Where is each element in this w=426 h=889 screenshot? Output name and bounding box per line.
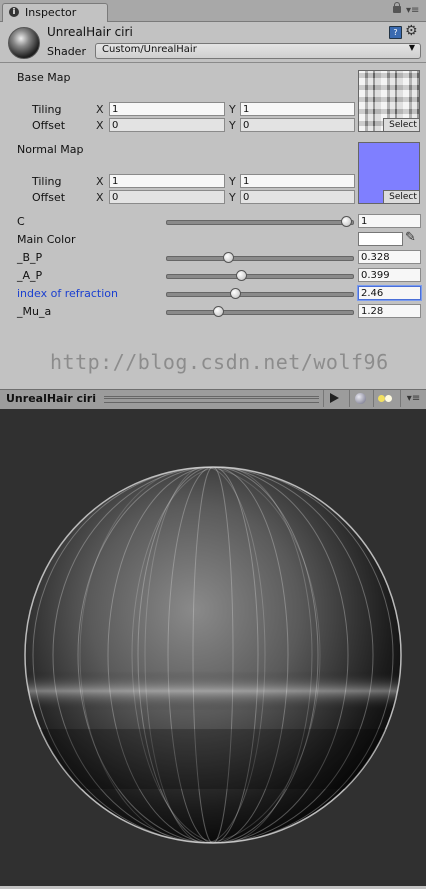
mu-a-value-field[interactable]: 1.28 [358,304,421,318]
base-offset-x-label: X [96,119,104,132]
eyedropper-icon[interactable]: ✎ [405,230,416,245]
c-slider-thumb[interactable] [341,216,352,227]
play-icon [330,393,339,403]
shader-dropdown[interactable]: Custom/UnrealHair ▼ [95,43,421,59]
normal-tiling-label: Tiling [32,175,62,188]
shader-value: Custom/UnrealHair [102,44,197,55]
base-tiling-x-field[interactable]: 1 [109,102,225,116]
ior-value-field[interactable]: 2.46 [358,286,421,300]
b-p-label: _B_P [17,251,43,264]
preview-mesh-button[interactable] [349,390,372,407]
base-map-texture-slot[interactable]: Select [358,70,420,132]
tab-inspector[interactable]: i Inspector [2,3,108,22]
normal-offset-y-label: Y [229,191,236,204]
normal-offset-x-field[interactable]: 0 [109,190,225,204]
normal-map-select-button[interactable]: Select [383,190,419,203]
ior-label: index of refraction [17,287,118,300]
base-map-select-button[interactable]: Select [383,118,419,131]
help-icon[interactable]: ? [389,26,402,39]
normal-offset-y-field[interactable]: 0 [240,190,355,204]
light-icon [385,395,392,402]
light-icon [378,395,385,402]
base-map-label: Base Map [17,71,71,84]
base-offset-label: Offset [32,119,66,132]
normal-map-texture-slot[interactable]: Select [358,142,420,204]
normal-offset-label: Offset [32,191,66,204]
b-p-slider-thumb[interactable] [223,252,235,263]
main-color-swatch[interactable] [358,232,403,246]
normal-tiling-y-label: Y [229,175,236,188]
a-p-label: _A_P [17,269,43,282]
watermark: http://blog.csdn.net/wolf96 [50,350,389,374]
ior-slider[interactable] [166,292,354,297]
b-p-value-field[interactable]: 0.328 [358,250,421,264]
a-p-value-field[interactable]: 0.399 [358,268,421,282]
preview-lights-button[interactable] [373,390,398,407]
play-button[interactable] [323,390,346,407]
tab-inspector-label: Inspector [25,6,77,19]
base-tiling-x-label: X [96,103,104,116]
lock-icon[interactable] [393,2,401,13]
base-offset-y-field[interactable]: 0 [240,118,355,132]
tab-menu-icon[interactable]: ▾≡ [406,5,419,16]
sphere-icon [355,393,366,404]
preview-menu-icon[interactable]: ▾≡ [400,390,426,407]
divider [0,62,426,63]
info-icon: i [9,7,19,17]
shader-label: Shader [47,45,86,58]
hair-sphere-preview [24,466,402,844]
a-p-slider[interactable] [166,274,354,279]
preview-drag-handle[interactable] [104,396,319,403]
base-tiling-y-field[interactable]: 1 [240,102,355,116]
ior-slider-thumb[interactable] [229,288,241,299]
normal-tiling-y-field[interactable]: 1 [240,174,355,188]
b-p-slider[interactable] [166,256,354,261]
base-tiling-y-label: Y [229,103,236,116]
material-preview-icon [8,27,40,59]
c-value-field[interactable]: 1 [358,214,421,228]
gear-icon[interactable]: ⚙ [405,23,418,39]
base-tiling-label: Tiling [32,103,62,116]
c-label: C [17,215,25,228]
normal-offset-x-label: X [96,191,104,204]
base-offset-x-field[interactable]: 0 [109,118,225,132]
base-offset-y-label: Y [229,119,236,132]
preview-viewport[interactable] [0,409,426,886]
preview-title: UnrealHair ciri [6,392,96,405]
chevron-down-icon: ▼ [408,43,415,52]
mu-a-label: _Mu_a [17,305,52,318]
mu-a-slider-thumb[interactable] [213,306,225,317]
normal-map-label: Normal Map [17,143,84,156]
normal-tiling-x-field[interactable]: 1 [109,174,225,188]
material-name: UnrealHair ciri [47,25,133,39]
c-slider[interactable] [166,220,354,225]
main-color-label: Main Color [17,233,76,246]
normal-tiling-x-label: X [96,175,104,188]
a-p-slider-thumb[interactable] [235,270,247,281]
mu-a-slider[interactable] [166,310,354,315]
